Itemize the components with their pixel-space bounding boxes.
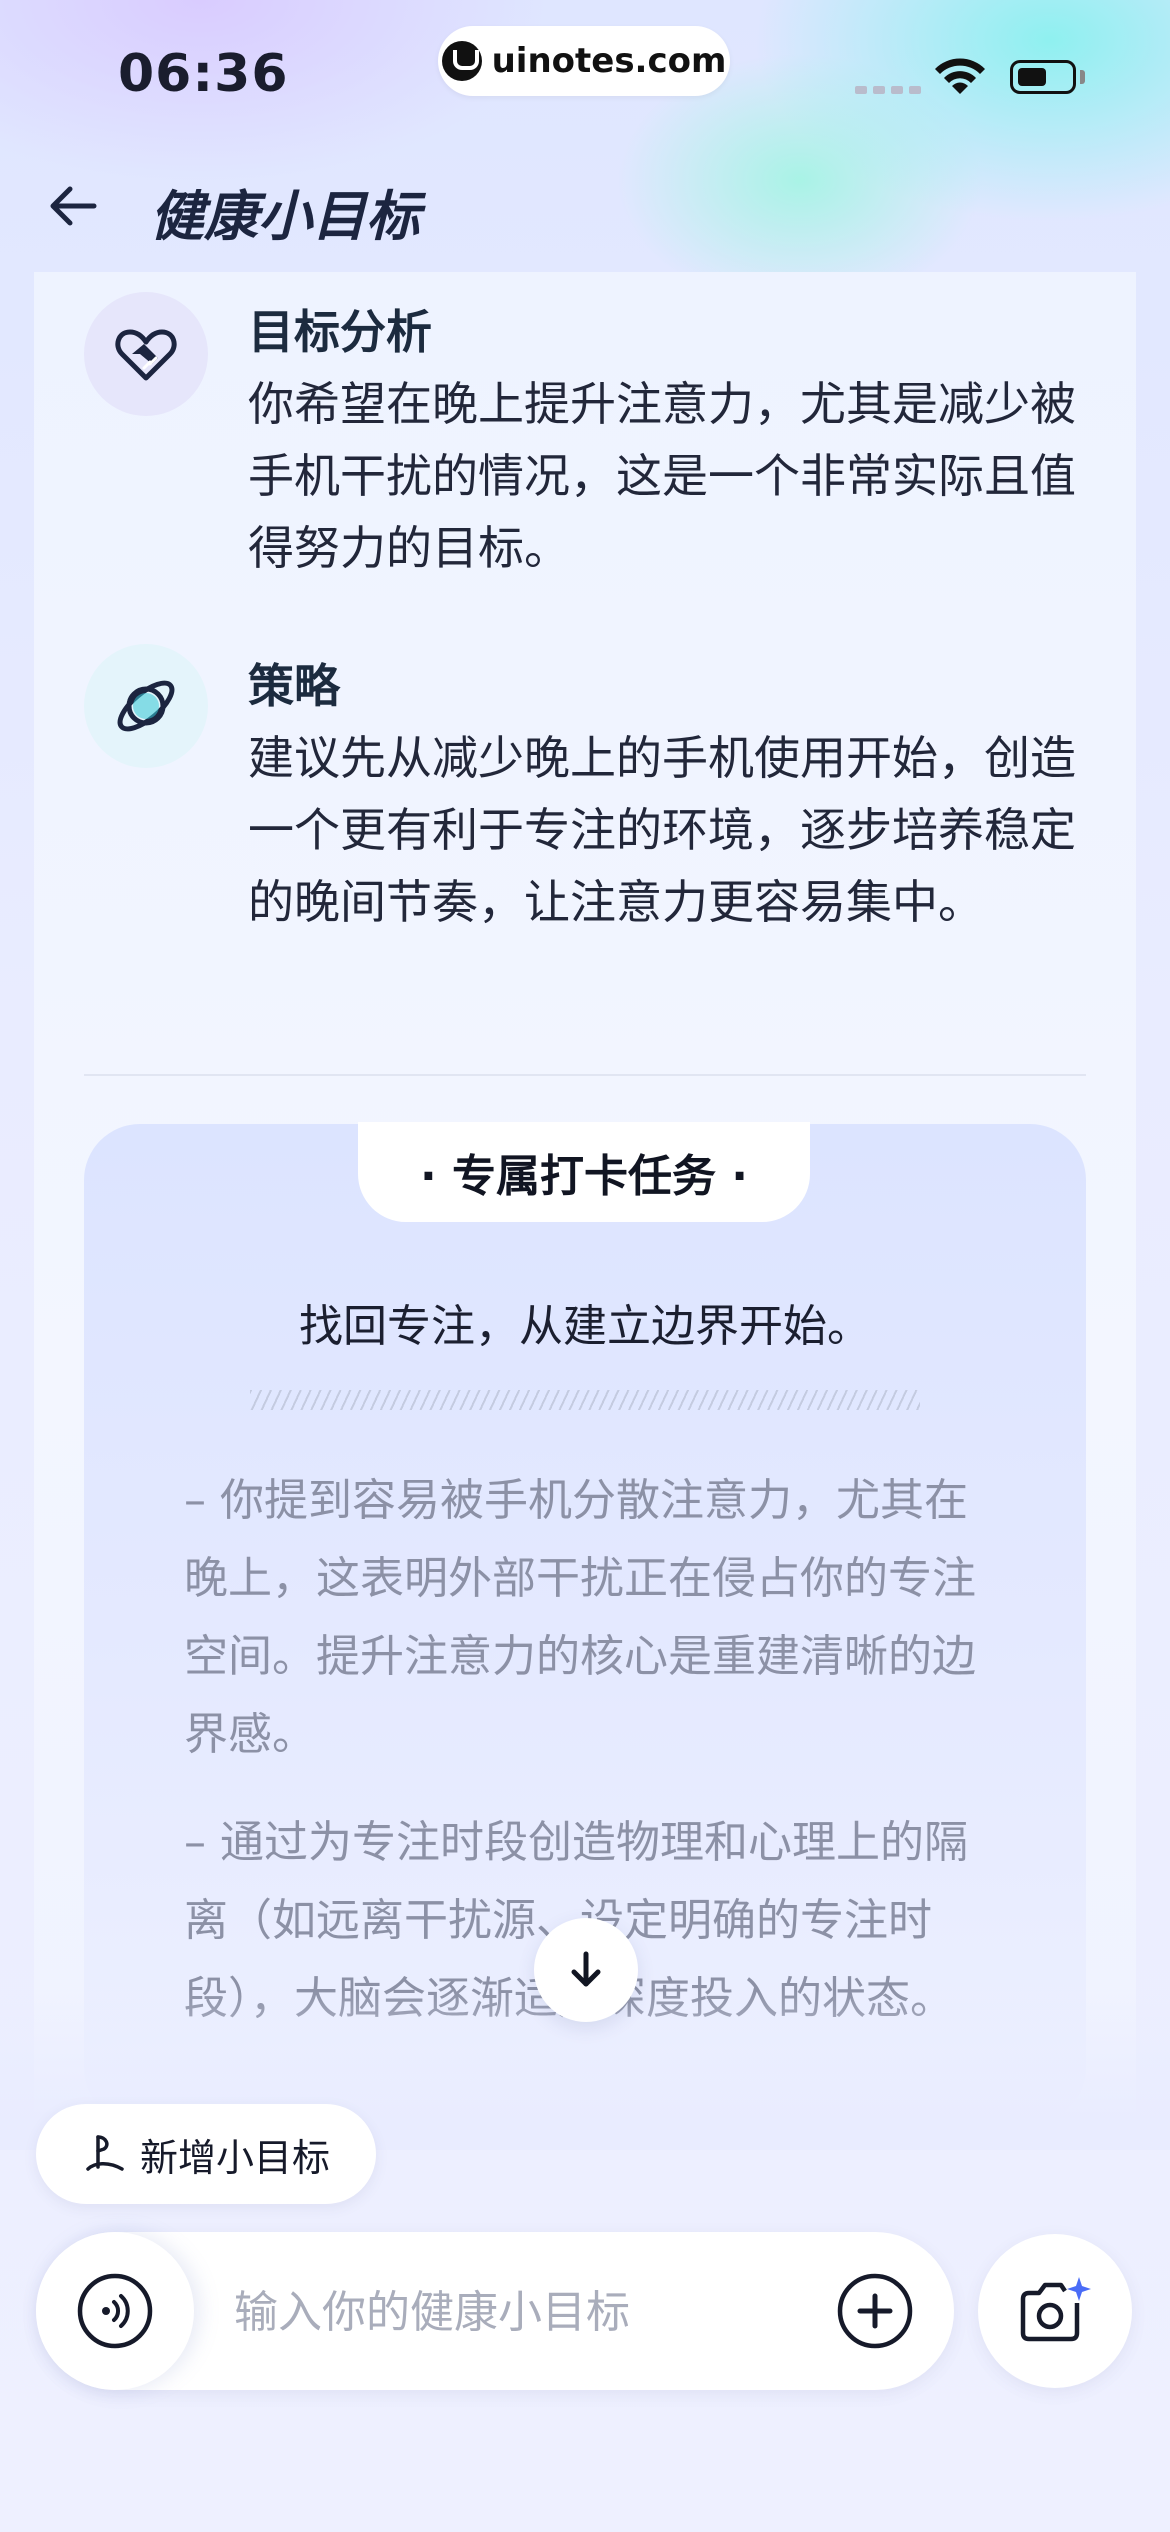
voice-input-button[interactable] xyxy=(36,2232,194,2390)
camera-button[interactable] xyxy=(978,2234,1132,2388)
hatch-divider xyxy=(250,1390,920,1410)
camera-sparkle-icon xyxy=(1020,2277,1091,2342)
goal-flag-icon xyxy=(86,2135,124,2171)
new-goal-label: 新增小目标 xyxy=(139,2135,330,2180)
heart-handshake-icon xyxy=(84,292,208,416)
strategy-title: 策略 xyxy=(248,659,340,713)
signal-icon xyxy=(855,86,921,94)
task-paragraph: – 你提到容易被手机分散注意力，尤其在晚上，这表明外部干扰正在侵占你的专注空间。… xyxy=(184,1475,976,1760)
arrow-left-icon xyxy=(50,186,97,226)
battery-icon xyxy=(1010,60,1076,94)
back-button[interactable] xyxy=(44,176,104,236)
chat-input-bar xyxy=(36,2232,954,2390)
url-text: uinotes.com xyxy=(491,41,727,81)
voice-wave-icon xyxy=(77,2273,153,2349)
goal-analysis-body: 你希望在晚上提升注意力，尤其是减少被手机干扰的情况，这是一个非常实际且值得努力的… xyxy=(248,377,1076,575)
status-time: 06:36 xyxy=(118,44,289,104)
chat-content-card: 目标分析 你希望在晚上提升注意力，尤其是减少被手机干扰的情况，这是一个非常实际且… xyxy=(34,272,1136,2124)
task-headline: 找回专注，从建立边界开始。 xyxy=(299,1301,871,1352)
section-divider xyxy=(84,1074,1086,1076)
scroll-to-bottom-button[interactable] xyxy=(534,1918,638,2022)
orbit-icon xyxy=(84,644,208,768)
new-goal-button[interactable]: 新增小目标 xyxy=(36,2104,376,2204)
plus-circle-icon[interactable] xyxy=(836,2272,914,2350)
url-pill: uinotes.com xyxy=(438,26,730,96)
uinotes-logo-icon xyxy=(441,41,482,81)
task-card-tab: · 专属打卡任务 · xyxy=(358,1122,810,1222)
page-title: 健康小目标 xyxy=(150,185,420,248)
strategy-body: 建议先从减少晚上的手机使用开始，创造一个更有利于专注的环境，逐步培养稳定的晚间节… xyxy=(248,731,1076,929)
arrow-down-icon xyxy=(571,1951,601,1987)
goal-input[interactable] xyxy=(232,2272,796,2352)
battery-cap xyxy=(1080,70,1085,84)
goal-analysis-title: 目标分析 xyxy=(248,305,432,359)
wifi-icon xyxy=(935,58,985,94)
